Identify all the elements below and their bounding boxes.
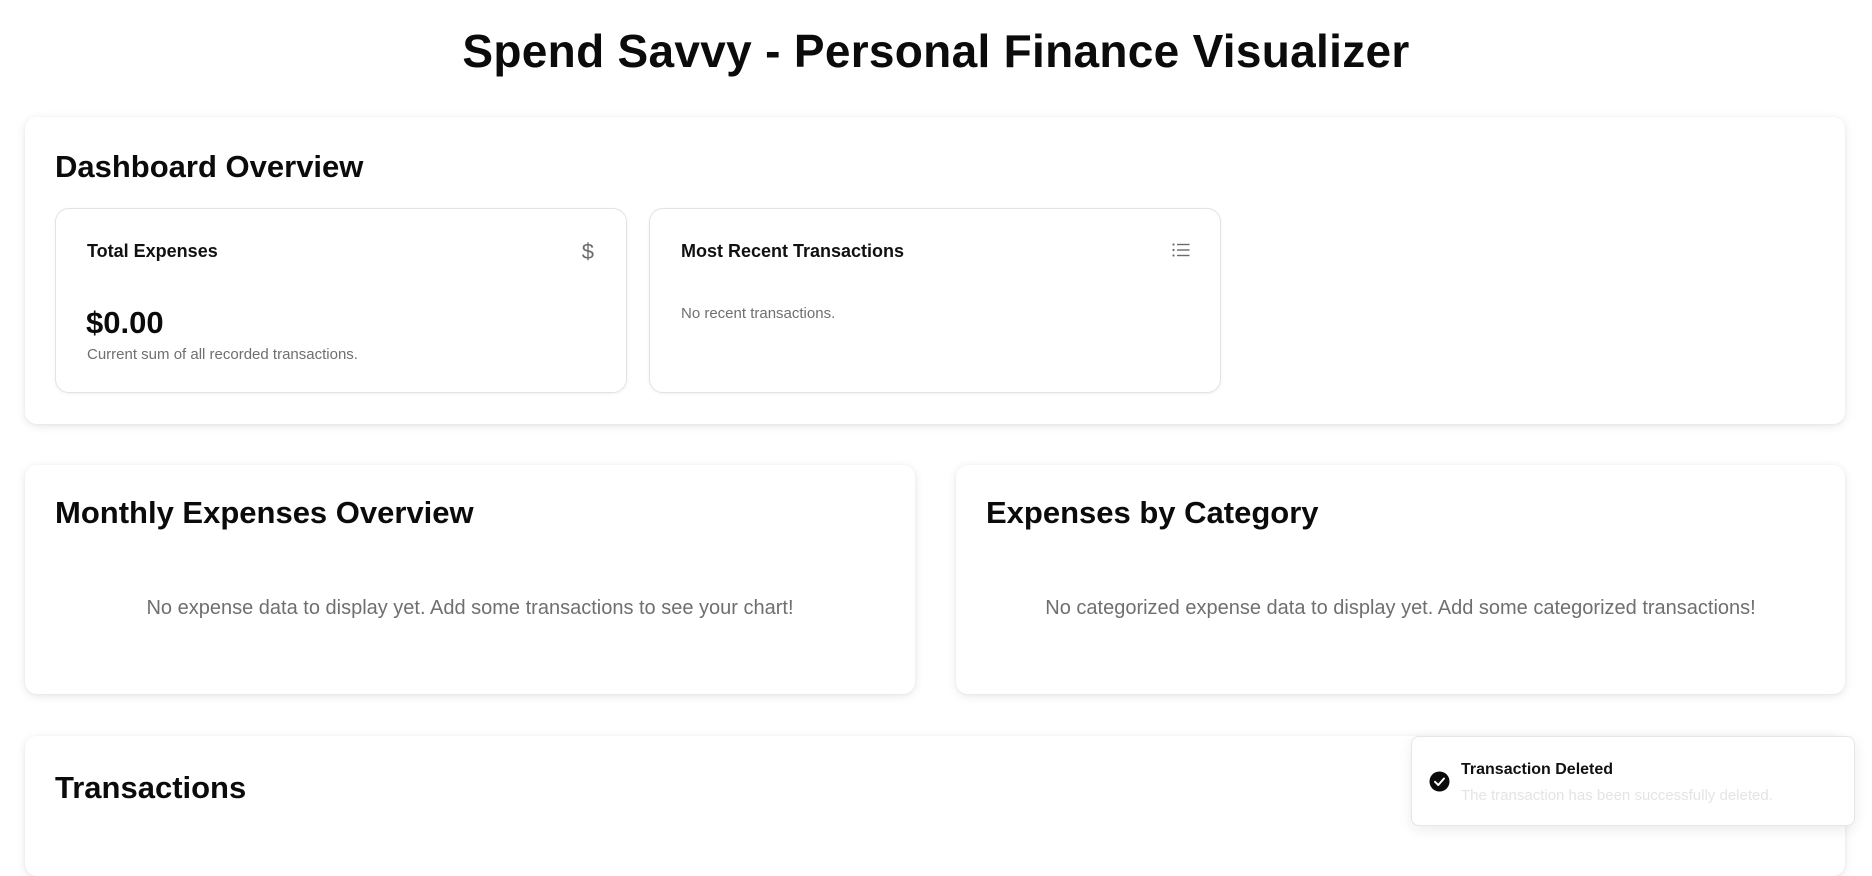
toast-description: The transaction has been successfully de… bbox=[1461, 787, 1773, 804]
category-expenses-title: Expenses by Category bbox=[986, 495, 1319, 530]
recent-transactions-empty: No recent transactions. bbox=[681, 305, 836, 322]
monthly-expenses-title: Monthly Expenses Overview bbox=[55, 495, 474, 530]
page-title: Spend Savvy - Personal Finance Visualize… bbox=[462, 25, 1410, 77]
total-expenses-card: Total Expenses $ $0.00 Current sum of al… bbox=[55, 208, 627, 393]
list-icon bbox=[1172, 243, 1190, 257]
total-expenses-subtitle: Current sum of all recorded transactions… bbox=[87, 346, 358, 363]
check-circle-icon bbox=[1429, 771, 1450, 792]
monthly-expenses-empty: No expense data to display yet. Add some… bbox=[146, 597, 794, 619]
monthly-expenses-panel: Monthly Expenses Overview No expense dat… bbox=[25, 465, 915, 694]
dollar-icon: $ bbox=[581, 239, 594, 264]
category-expenses-empty: No categorized expense data to display y… bbox=[1045, 597, 1756, 619]
toast-notification[interactable]: Transaction Deleted The transaction has … bbox=[1411, 736, 1855, 826]
dashboard-overview-title: Dashboard Overview bbox=[55, 149, 364, 184]
total-expenses-title: Total Expenses bbox=[87, 241, 218, 261]
total-expenses-amount: $0.00 bbox=[86, 305, 164, 340]
recent-transactions-title: Most Recent Transactions bbox=[681, 241, 905, 261]
category-expenses-panel: Expenses by Category No categorized expe… bbox=[956, 465, 1845, 694]
recent-transactions-card: Most Recent Transactions No recent trans… bbox=[649, 208, 1221, 393]
toast-title: Transaction Deleted bbox=[1461, 761, 1614, 778]
dashboard-overview-panel: Dashboard Overview Total Expenses $ $0.0… bbox=[25, 117, 1845, 424]
transactions-title: Transactions bbox=[55, 770, 247, 805]
